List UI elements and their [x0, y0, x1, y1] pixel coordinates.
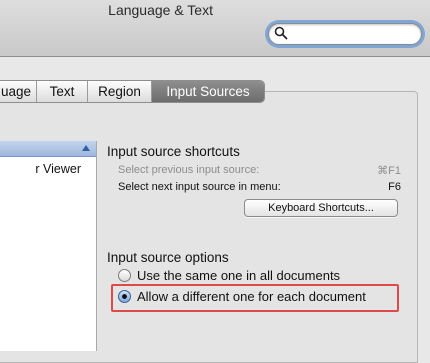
shortcut-label: Select next input source in menu:: [118, 181, 281, 193]
tab-language[interactable]: uage: [0, 81, 37, 102]
tab-region[interactable]: Region: [88, 81, 152, 102]
search-icon: [274, 26, 288, 40]
shortcuts-heading: Input source shortcuts: [107, 144, 240, 159]
sort-ascending-icon: [82, 145, 90, 151]
radio-button[interactable]: [118, 269, 131, 282]
radio-button-selected[interactable]: [118, 290, 131, 303]
radio-label[interactable]: Allow a different one for each document: [137, 289, 366, 304]
window-title: Language & Text: [108, 2, 213, 18]
keyboard-shortcuts-button[interactable]: Keyboard Shortcuts...: [244, 199, 398, 217]
tab-text[interactable]: Text: [37, 81, 88, 102]
shortcut-label: Select previous input source:: [118, 164, 260, 176]
tab-bar: uage Text Region Input Sources: [0, 80, 265, 103]
window-toolbar: Language & Text: [0, 0, 430, 57]
shortcut-key: ⌘F1: [377, 165, 401, 177]
tab-input-sources[interactable]: Input Sources: [152, 81, 264, 102]
input-source-list[interactable]: r Viewer: [0, 141, 97, 351]
radio-label[interactable]: Use the same one in all documents: [137, 268, 340, 283]
options-heading: Input source options: [107, 250, 229, 265]
list-item[interactable]: r Viewer: [0, 162, 96, 176]
list-item-label: r Viewer: [35, 162, 81, 176]
list-column-header[interactable]: [0, 141, 96, 157]
search-field[interactable]: [268, 23, 422, 45]
shortcut-key: F6: [388, 181, 401, 193]
search-input[interactable]: [291, 26, 415, 42]
